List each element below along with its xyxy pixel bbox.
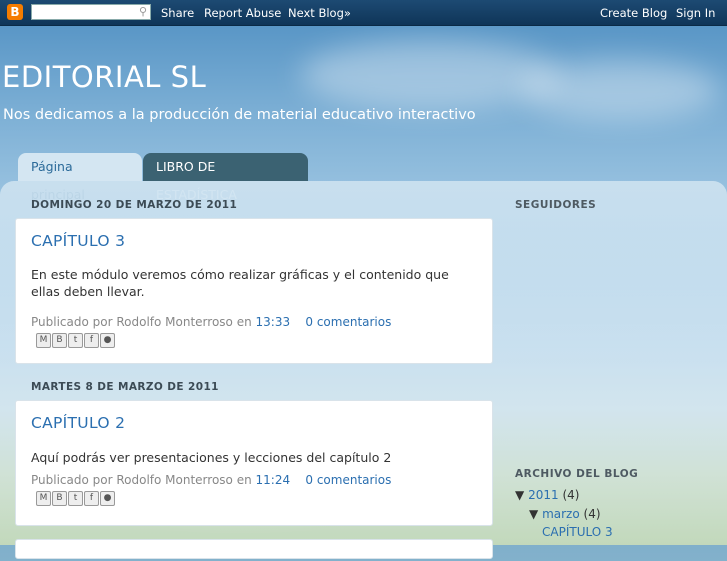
sign-in-link[interactable]: Sign In — [676, 6, 715, 20]
post-date-header: DOMINGO 20 DE MARZO DE 2011 — [31, 199, 238, 211]
post-author-line: Publicado por Rodolfo Monterroso en — [31, 315, 252, 329]
post-comments-link[interactable]: 0 comentarios — [305, 473, 391, 487]
email-icon[interactable]: M — [36, 491, 51, 506]
search-icon[interactable]: ⚲ — [139, 5, 147, 18]
post-body: Aquí podrás ver presentaciones y leccion… — [31, 450, 392, 465]
post-comments-link[interactable]: 0 comentarios — [305, 315, 391, 329]
expand-triangle-icon[interactable]: ▼ — [515, 488, 524, 502]
archive-post-link[interactable]: CAPÍTULO 3 — [542, 525, 613, 539]
archive-year-count: (4) — [562, 488, 580, 502]
blogger-logo-icon[interactable]: B — [7, 4, 23, 20]
email-icon[interactable]: M — [36, 333, 51, 348]
post-date-header: MARTES 8 DE MARZO DE 2011 — [31, 381, 219, 393]
post-title[interactable]: CAPÍTULO 2 — [31, 414, 125, 432]
post-card — [15, 539, 493, 559]
archive-title: ARCHIVO DEL BLOG — [515, 468, 639, 480]
post-footer: Publicado por Rodolfo Monterroso en 13:3… — [31, 315, 391, 329]
post-footer: Publicado por Rodolfo Monterroso en 11:2… — [31, 473, 391, 487]
post-author-line: Publicado por Rodolfo Monterroso en — [31, 473, 252, 487]
archive-month-link[interactable]: marzo — [542, 507, 580, 521]
share-buttons: M B t f ● — [36, 333, 116, 349]
tab-libro-de-estadistica[interactable]: LIBRO DE ESTADÍSTICA — [143, 153, 308, 202]
sky-cloud — [300, 40, 560, 110]
post-title[interactable]: CAPÍTULO 3 — [31, 232, 125, 250]
facebook-icon[interactable]: f — [84, 333, 99, 348]
sky-cloud — [520, 60, 720, 120]
post-body: En este módulo veremos cómo realizar grá… — [31, 267, 449, 299]
create-blog-link[interactable]: Create Blog — [600, 6, 667, 20]
archive-year: ▼ 2011 (4) — [515, 488, 579, 502]
share-link[interactable]: Share — [161, 6, 194, 20]
post-time-link[interactable]: 11:24 — [256, 473, 291, 487]
archive-year-link[interactable]: 2011 — [528, 488, 559, 502]
blog-title[interactable]: EDITORIAL SL — [2, 60, 206, 94]
blogthis-icon[interactable]: B — [52, 491, 67, 506]
archive-month-count: (4) — [583, 507, 601, 521]
report-abuse-link[interactable]: Report Abuse — [204, 6, 281, 20]
next-blog-link[interactable]: Next Blog» — [288, 6, 351, 20]
blogthis-icon[interactable]: B — [52, 333, 67, 348]
post-card: CAPÍTULO 3 En este módulo veremos cómo r… — [15, 218, 493, 364]
blog-description: Nos dedicamos a la producción de materia… — [3, 107, 476, 123]
share-buttons: M B t f ● — [36, 491, 116, 507]
tab-pagina-principal[interactable]: Página principal — [18, 153, 142, 202]
search-input[interactable]: ⚲ — [31, 4, 151, 20]
post-card: CAPÍTULO 2 Aquí podrás ver presentacione… — [15, 400, 493, 526]
archive-post: CAPÍTULO 3 — [542, 525, 613, 539]
archive-month: ▼ marzo (4) — [529, 507, 601, 521]
twitter-icon[interactable]: t — [68, 491, 83, 506]
post-time-link[interactable]: 13:33 — [256, 315, 291, 329]
top-navbar: B ⚲ Share Report Abuse Next Blog» Create… — [0, 0, 727, 26]
followers-title: SEGUIDORES — [515, 199, 597, 211]
buzz-icon[interactable]: ● — [100, 333, 115, 348]
expand-triangle-icon[interactable]: ▼ — [529, 507, 538, 521]
buzz-icon[interactable]: ● — [100, 491, 115, 506]
facebook-icon[interactable]: f — [84, 491, 99, 506]
twitter-icon[interactable]: t — [68, 333, 83, 348]
